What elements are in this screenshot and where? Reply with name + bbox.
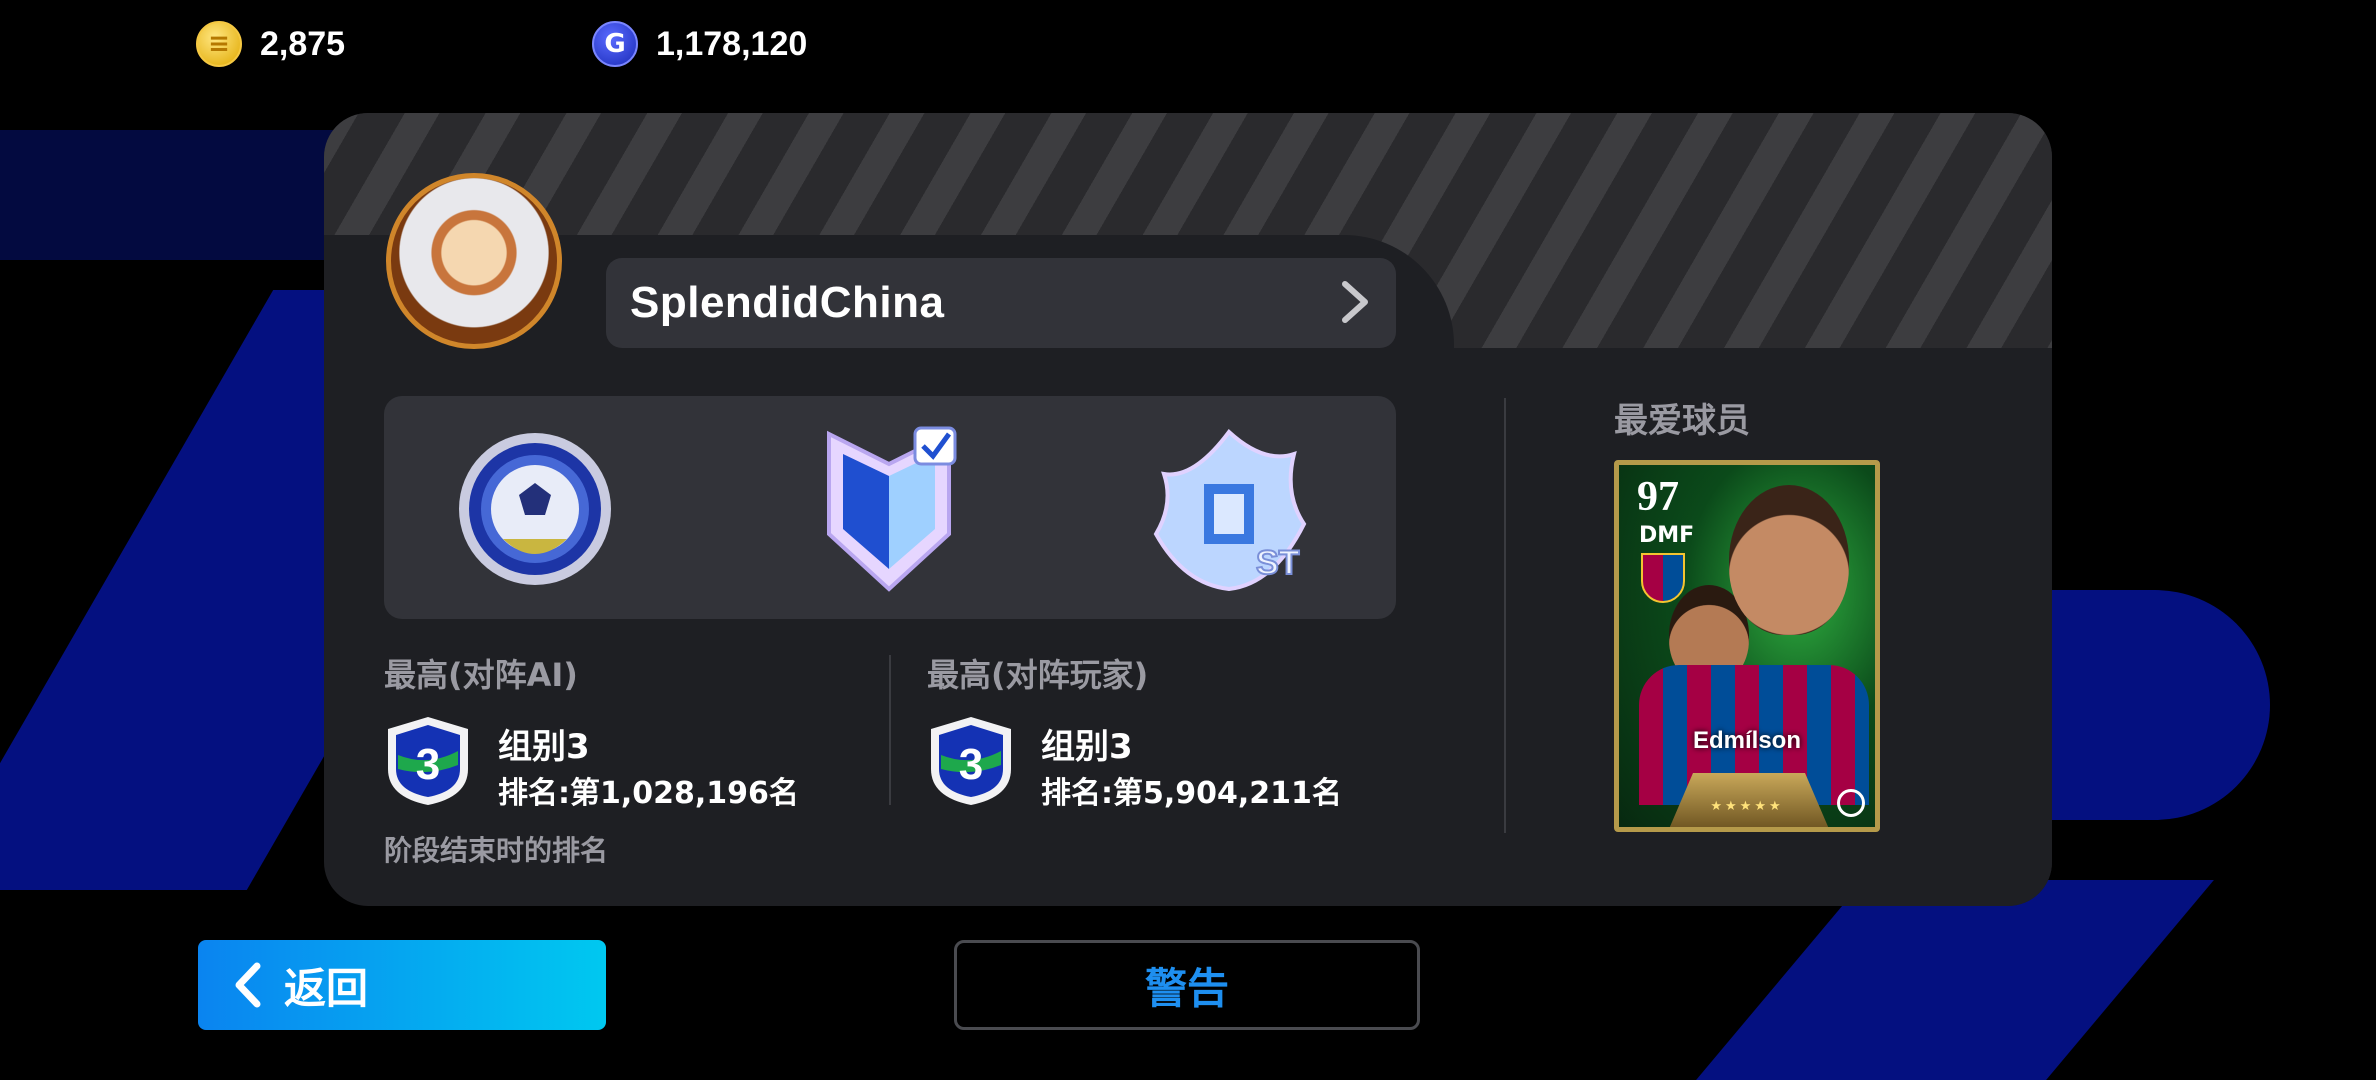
ecoin-icon: ≡: [196, 21, 242, 67]
svg-text:3: 3: [416, 740, 440, 789]
bg-stripe: [1696, 880, 2214, 1080]
back-button[interactable]: 返回: [198, 940, 606, 1030]
username-bar[interactable]: SplendidChina: [606, 258, 1396, 348]
favourite-player-title: 最爱球员: [1614, 401, 1750, 441]
rank-vs-player-position: 排名:第5,904,211名: [1041, 776, 1342, 811]
username: SplendidChina: [630, 278, 945, 327]
efootball-logo-icon: [1837, 789, 1865, 817]
warn-button-label: 警告: [1144, 963, 1229, 1013]
profile-card: SplendidChina ST 最高(对阵AI) 3 组别3 排名:第1,02…: [324, 113, 2052, 906]
football-achievement-badge-icon[interactable]: [450, 424, 620, 594]
divider: [1504, 398, 1506, 833]
rank-note: 阶段结束时的排名: [384, 834, 609, 867]
chevron-left-icon: [218, 955, 278, 1015]
ecoin-value: 2,875: [260, 24, 346, 63]
player-position: DMF: [1639, 523, 1695, 548]
checkmark-shield-badge-icon[interactable]: [804, 424, 974, 594]
rank-vs-ai-title: 最高(对阵AI): [384, 656, 578, 694]
gp-coin-icon: G: [592, 21, 638, 67]
warn-button[interactable]: 警告: [954, 940, 1420, 1030]
division-3-badge-icon: 3: [384, 715, 472, 807]
back-button-label: 返回: [284, 963, 369, 1013]
rank-vs-ai-position: 排名:第1,028,196名: [498, 776, 799, 811]
division-3-badge-icon: 3: [927, 715, 1015, 807]
player-image: [1729, 485, 1849, 635]
gp-balance: G 1,178,120: [592, 18, 807, 70]
rank-vs-ai-group: 组别3: [498, 727, 590, 767]
player-rating: 97: [1637, 474, 1679, 520]
svg-text:3: 3: [959, 740, 983, 789]
gp-value: 1,178,120: [656, 24, 808, 63]
chevron-right-icon: [1332, 280, 1376, 324]
avatar[interactable]: [386, 173, 562, 349]
ecoin-balance: ≡ 2,875: [196, 18, 345, 70]
player-name: Edmílson: [1692, 727, 1801, 754]
club-crest-icon: [1641, 553, 1685, 603]
rank-vs-player-title: 最高(对阵玩家): [927, 656, 1149, 694]
favourite-player-card[interactable]: 97 DMF Edmílson ★★★★★: [1614, 460, 1880, 832]
divider: [889, 655, 891, 805]
rank-vs-player-group: 组别3: [1041, 727, 1133, 767]
st-flame-badge-icon[interactable]: ST: [1144, 424, 1314, 594]
achievement-badges: ST: [384, 396, 1396, 619]
svg-text:ST: ST: [1256, 544, 1300, 582]
